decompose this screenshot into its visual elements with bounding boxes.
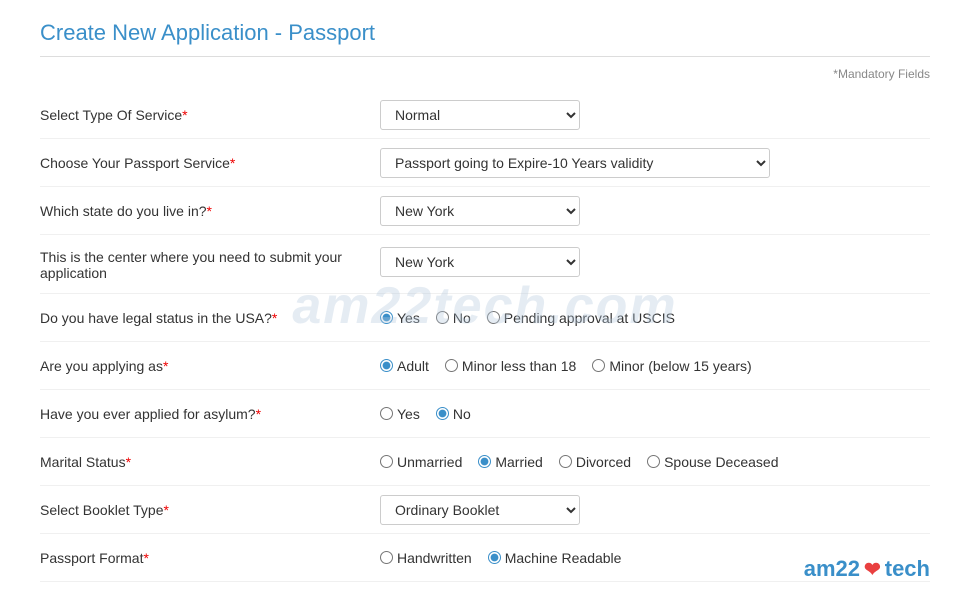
- label-service-type: Select Type Of Service*: [40, 107, 380, 123]
- brand-text-left: am22: [804, 556, 860, 582]
- radio-asylum-no[interactable]: No: [436, 406, 471, 422]
- radio-group-passport-format: Handwritten Machine Readable: [380, 550, 621, 566]
- select-state[interactable]: New York California Texas: [380, 196, 580, 226]
- radio-minor18[interactable]: Minor less than 18: [445, 358, 576, 374]
- mandatory-note: *Mandatory Fields: [40, 67, 930, 81]
- radio-married-input[interactable]: [478, 455, 491, 468]
- row-submit-center: This is the center where you need to sub…: [40, 235, 930, 294]
- radio-legal-yes[interactable]: Yes: [380, 310, 420, 326]
- required-marker: *: [256, 406, 261, 422]
- radio-unmarried[interactable]: Unmarried: [380, 454, 462, 470]
- radio-group-legal-status: Yes No Pending approval at USCIS: [380, 310, 675, 326]
- radio-legal-no-input[interactable]: [436, 311, 449, 324]
- control-state: New York California Texas: [380, 196, 930, 226]
- label-passport-service: Choose Your Passport Service*: [40, 155, 380, 171]
- label-legal-status: Do you have legal status in the USA?*: [40, 310, 380, 326]
- radio-minor15-input[interactable]: [592, 359, 605, 372]
- required-marker: *: [182, 107, 187, 123]
- radio-adult[interactable]: Adult: [380, 358, 429, 374]
- radio-asylum-no-input[interactable]: [436, 407, 449, 420]
- radio-group-asylum: Yes No: [380, 406, 471, 422]
- radio-married[interactable]: Married: [478, 454, 542, 470]
- radio-asylum-yes[interactable]: Yes: [380, 406, 420, 422]
- row-service-type: Select Type Of Service* Normal Tatkal: [40, 91, 930, 139]
- label-asylum: Have you ever applied for asylum?*: [40, 406, 380, 422]
- row-booklet-type: Select Booklet Type* Ordinary Booklet Ju…: [40, 486, 930, 534]
- control-asylum: Yes No: [380, 406, 930, 422]
- brand-heart-icon: ❤: [864, 557, 881, 582]
- radio-legal-no[interactable]: No: [436, 310, 471, 326]
- radio-legal-yes-input[interactable]: [380, 311, 393, 324]
- radio-minor18-input[interactable]: [445, 359, 458, 372]
- label-booklet-type: Select Booklet Type*: [40, 502, 380, 518]
- label-state: Which state do you live in?*: [40, 203, 380, 219]
- required-marker: *: [143, 550, 148, 566]
- label-marital-status: Marital Status*: [40, 454, 380, 470]
- radio-legal-pending[interactable]: Pending approval at USCIS: [487, 310, 675, 326]
- label-applying-as: Are you applying as*: [40, 358, 380, 374]
- radio-adult-input[interactable]: [380, 359, 393, 372]
- radio-asylum-yes-input[interactable]: [380, 407, 393, 420]
- radio-spouse-deceased[interactable]: Spouse Deceased: [647, 454, 778, 470]
- required-marker: *: [230, 155, 235, 171]
- select-submit-center[interactable]: New York Los Angeles Chicago: [380, 247, 580, 277]
- row-applying-as: Are you applying as* Adult Minor less th…: [40, 342, 930, 390]
- required-marker: *: [163, 502, 168, 518]
- brand-text-right: tech: [885, 556, 930, 582]
- required-marker: *: [126, 454, 131, 470]
- page-container: am22tech.com Create New Application - Pa…: [0, 0, 970, 612]
- control-service-type: Normal Tatkal: [380, 100, 930, 130]
- radio-group-applying-as: Adult Minor less than 18 Minor (below 15…: [380, 358, 752, 374]
- select-service-type[interactable]: Normal Tatkal: [380, 100, 580, 130]
- row-passport-service: Choose Your Passport Service* Passport g…: [40, 139, 930, 187]
- label-passport-format: Passport Format*: [40, 550, 380, 566]
- radio-unmarried-input[interactable]: [380, 455, 393, 468]
- required-marker: *: [207, 203, 212, 219]
- row-asylum: Have you ever applied for asylum?* Yes N…: [40, 390, 930, 438]
- radio-machine-readable-input[interactable]: [488, 551, 501, 564]
- radio-machine-readable[interactable]: Machine Readable: [488, 550, 622, 566]
- required-marker: *: [163, 358, 168, 374]
- select-booklet-type[interactable]: Ordinary Booklet Jumbo Booklet: [380, 495, 580, 525]
- label-submit-center: This is the center where you need to sub…: [40, 247, 380, 281]
- control-applying-as: Adult Minor less than 18 Minor (below 15…: [380, 358, 930, 374]
- radio-divorced[interactable]: Divorced: [559, 454, 631, 470]
- radio-group-marital: Unmarried Married Divorced Spouse Deceas…: [380, 454, 779, 470]
- row-marital-status: Marital Status* Unmarried Married Divorc…: [40, 438, 930, 486]
- required-marker: *: [272, 310, 277, 326]
- control-marital-status: Unmarried Married Divorced Spouse Deceas…: [380, 454, 930, 470]
- radio-legal-pending-input[interactable]: [487, 311, 500, 324]
- row-state: Which state do you live in?* New York Ca…: [40, 187, 930, 235]
- page-title: Create New Application - Passport: [40, 20, 930, 57]
- radio-minor15[interactable]: Minor (below 15 years): [592, 358, 751, 374]
- branding: am22 ❤ tech: [804, 556, 930, 582]
- control-passport-service: Passport going to Expire-10 Years validi…: [380, 148, 930, 178]
- radio-spouse-deceased-input[interactable]: [647, 455, 660, 468]
- control-booklet-type: Ordinary Booklet Jumbo Booklet: [380, 495, 930, 525]
- row-legal-status: Do you have legal status in the USA?* Ye…: [40, 294, 930, 342]
- radio-divorced-input[interactable]: [559, 455, 572, 468]
- radio-handwritten-input[interactable]: [380, 551, 393, 564]
- select-passport-service[interactable]: Passport going to Expire-10 Years validi…: [380, 148, 770, 178]
- radio-handwritten[interactable]: Handwritten: [380, 550, 472, 566]
- control-submit-center: New York Los Angeles Chicago: [380, 247, 930, 277]
- row-passport-format: Passport Format* Handwritten Machine Rea…: [40, 534, 930, 582]
- control-legal-status: Yes No Pending approval at USCIS: [380, 310, 930, 326]
